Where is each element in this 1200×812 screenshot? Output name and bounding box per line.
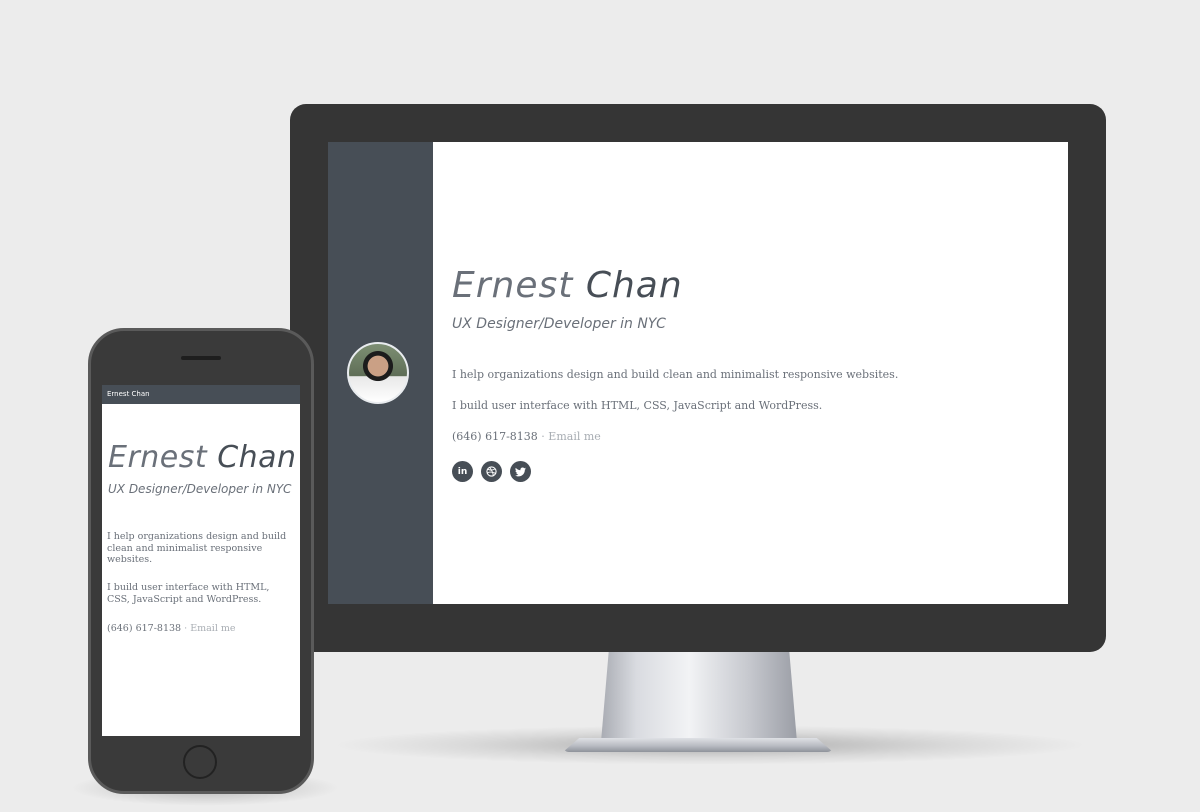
- last-name: Chan: [585, 265, 683, 306]
- mobile-page-title: Ernest Chan: [108, 440, 297, 475]
- intro-paragraph-2: I build user interface with HTML, CSS, J…: [452, 399, 823, 412]
- desktop-main-content: Ernest Chan UX Designer/Developer in NYC…: [452, 142, 1068, 604]
- mobile-tagline: UX Designer/Developer in NYC: [108, 482, 292, 496]
- phone-number[interactable]: (646) 617-8138: [452, 430, 538, 443]
- desktop-sidebar: [328, 142, 433, 604]
- email-link[interactable]: Email me: [548, 430, 601, 443]
- mobile-contact-line: (646) 617-8138 · Email me: [107, 623, 293, 635]
- mobile-screen: Ernest Chan Ernest Chan UX Designer/Deve…: [102, 385, 300, 736]
- dribbble-icon[interactable]: [481, 461, 502, 482]
- monitor-stand-base: [563, 738, 833, 752]
- twitter-icon[interactable]: [510, 461, 531, 482]
- mobile-email-link[interactable]: Email me: [190, 623, 235, 634]
- twitter-glyph: [515, 466, 526, 476]
- social-links: in: [452, 461, 531, 482]
- mobile-separator: ·: [184, 623, 188, 634]
- page-title: Ernest Chan: [452, 265, 683, 306]
- linkedin-glyph: in: [457, 466, 468, 477]
- desktop-screen: Ernest Chan UX Designer/Developer in NYC…: [328, 142, 1068, 604]
- avatar: [347, 342, 409, 404]
- mobile-phone-number[interactable]: (646) 617-8138: [107, 623, 181, 634]
- monitor-stand-neck: [601, 650, 797, 742]
- phone-speaker: [181, 356, 221, 360]
- linkedin-icon[interactable]: in: [452, 461, 473, 482]
- separator: ·: [541, 430, 545, 443]
- dribbble-glyph: [486, 466, 497, 477]
- first-name: Ernest: [452, 265, 574, 306]
- mobile-navbar: Ernest Chan: [102, 385, 300, 404]
- contact-line: (646) 617-8138 · Email me: [452, 430, 601, 443]
- mobile-intro-paragraph-2: I build user interface with HTML, CSS, J…: [107, 582, 270, 605]
- tagline: UX Designer/Developer in NYC: [452, 316, 666, 332]
- mobile-first-name: Ernest: [108, 440, 208, 475]
- mobile-last-name: Chan: [217, 440, 297, 475]
- intro-paragraph-1: I help organizations design and build cl…: [452, 368, 899, 381]
- mobile-intro-paragraph-1: I help organizations design and build cl…: [107, 531, 287, 565]
- mobile-nav-title[interactable]: Ernest Chan: [107, 390, 150, 398]
- phone-home-button: [183, 745, 217, 779]
